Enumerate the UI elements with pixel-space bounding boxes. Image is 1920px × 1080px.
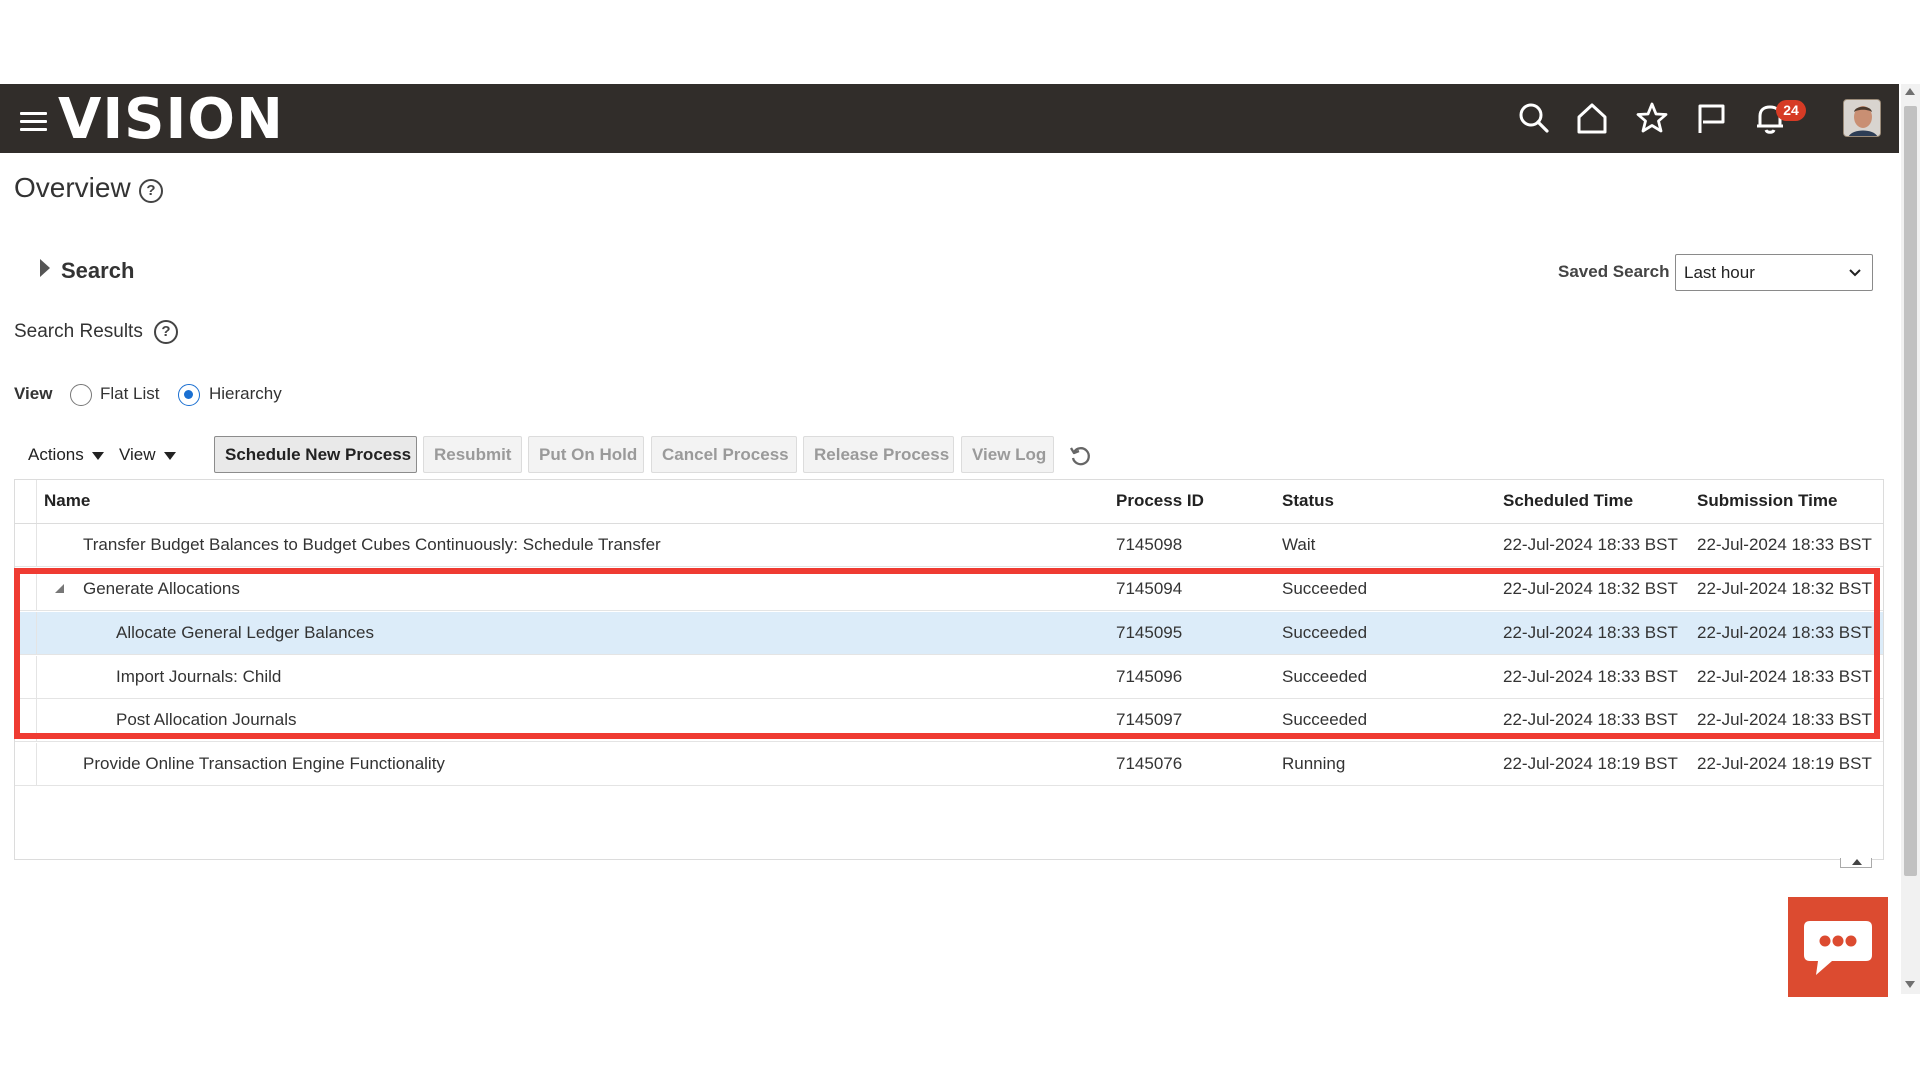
cell-submission-time: 22-Jul-2024 18:33 BST: [1697, 667, 1872, 686]
cell-name[interactable]: Post Allocation Journals: [116, 710, 297, 730]
put-on-hold-button[interactable]: Put On Hold: [528, 436, 644, 473]
row-selector[interactable]: [15, 524, 37, 566]
flat-list-radio[interactable]: [70, 384, 92, 406]
cancel-process-button[interactable]: Cancel Process: [651, 436, 797, 473]
scroll-down-icon[interactable]: [1905, 981, 1915, 988]
home-icon[interactable]: [1574, 100, 1610, 136]
search-expand-icon[interactable]: [40, 259, 50, 277]
hierarchy-label[interactable]: Hierarchy: [209, 384, 282, 404]
cell-process-id: 7145076: [1116, 754, 1183, 773]
saved-search-label: Saved Search: [1558, 262, 1670, 281]
flag-icon[interactable]: [1693, 100, 1729, 136]
table-row[interactable]: Import Journals: Child 7145096 Succeeded…: [15, 656, 1883, 699]
cell-submission-time: 22-Jul-2024 18:33 BST: [1697, 535, 1872, 554]
row-selector[interactable]: [15, 743, 37, 785]
cell-status: Succeeded: [1282, 579, 1368, 598]
scroll-up-icon[interactable]: [1905, 88, 1915, 95]
cell-name[interactable]: Transfer Budget Balances to Budget Cubes…: [83, 535, 661, 555]
cell-status: Succeeded: [1282, 710, 1368, 729]
cell-status: Succeeded: [1282, 623, 1368, 642]
resubmit-button[interactable]: Resubmit: [423, 436, 522, 473]
search-results-label: Search Results: [14, 321, 143, 342]
table-row[interactable]: Generate Allocations 7145094 Succeeded 2…: [15, 568, 1883, 611]
hierarchy-radio[interactable]: [178, 384, 200, 406]
actions-menu[interactable]: Actions: [28, 445, 104, 465]
star-icon[interactable]: [1634, 100, 1670, 136]
row-selector[interactable]: [15, 699, 37, 741]
cell-scheduled-time: 22-Jul-2024 18:33 BST: [1503, 623, 1678, 642]
page: VISION 24 Overview ? Search Saved Search…: [0, 0, 1920, 1080]
table-row[interactable]: Transfer Budget Balances to Budget Cubes…: [15, 524, 1883, 567]
table-row[interactable]: Provide Online Transaction Engine Functi…: [15, 743, 1883, 786]
cell-process-id: 7145098: [1116, 535, 1183, 554]
cell-status: Running: [1282, 754, 1346, 773]
cell-scheduled-time: 22-Jul-2024 18:33 BST: [1503, 710, 1678, 729]
logo: VISION: [58, 87, 284, 152]
cell-name[interactable]: Allocate General Ledger Balances: [116, 623, 374, 643]
view-label: View: [14, 384, 53, 403]
chevron-down-icon: [1848, 266, 1862, 285]
saved-search-value: Last hour: [1684, 263, 1755, 282]
cell-name[interactable]: Provide Online Transaction Engine Functi…: [83, 754, 445, 774]
cell-name[interactable]: Generate Allocations: [83, 579, 240, 599]
cell-scheduled-time: 22-Jul-2024 18:32 BST: [1503, 579, 1678, 598]
caret-down-icon: [91, 451, 104, 460]
cell-process-id: 7145096: [1116, 667, 1183, 686]
cell-submission-time: 22-Jul-2024 18:32 BST: [1697, 579, 1872, 598]
cell-submission-time: 22-Jul-2024 18:33 BST: [1697, 710, 1872, 729]
column-header-name[interactable]: Name: [44, 491, 90, 511]
saved-search-select[interactable]: Last hour: [1675, 254, 1873, 291]
cell-process-id: 7145097: [1116, 710, 1183, 729]
cell-status: Wait: [1282, 535, 1316, 554]
flat-list-label[interactable]: Flat List: [100, 384, 160, 404]
column-header-submission-time[interactable]: Submission Time: [1697, 491, 1837, 511]
table-row[interactable]: Post Allocation Journals 7145097 Succeed…: [15, 699, 1883, 742]
avatar[interactable]: [1843, 99, 1881, 137]
search-section-label[interactable]: Search: [61, 258, 134, 284]
view-menu-label: View: [119, 445, 156, 464]
schedule-new-process-button[interactable]: Schedule New Process: [214, 436, 417, 473]
vertical-scrollbar[interactable]: [1901, 84, 1920, 994]
column-header-process-id[interactable]: Process ID: [1116, 491, 1204, 511]
search-icon[interactable]: [1516, 100, 1552, 136]
collapse-icon[interactable]: [55, 584, 64, 593]
chat-button[interactable]: [1788, 897, 1888, 997]
cell-scheduled-time: 22-Jul-2024 18:33 BST: [1503, 535, 1678, 554]
page-title: Overview: [14, 172, 131, 203]
menu-icon[interactable]: [20, 112, 47, 132]
cell-status: Succeeded: [1282, 667, 1368, 686]
refresh-icon[interactable]: [1068, 444, 1092, 468]
actions-menu-label: Actions: [28, 445, 84, 464]
caret-down-icon: [163, 451, 176, 460]
cell-name[interactable]: Import Journals: Child: [116, 667, 281, 687]
cell-scheduled-time: 22-Jul-2024 18:33 BST: [1503, 667, 1678, 686]
notification-badge: 24: [1776, 100, 1806, 121]
scroll-to-top-button[interactable]: [1840, 858, 1872, 868]
header-selector-cell: [15, 480, 37, 523]
chat-icon: [1804, 921, 1872, 975]
cell-submission-time: 22-Jul-2024 18:33 BST: [1697, 623, 1872, 642]
column-header-status[interactable]: Status: [1282, 491, 1334, 511]
cell-process-id: 7145095: [1116, 623, 1183, 642]
row-selector[interactable]: [15, 656, 37, 698]
cell-process-id: 7145094: [1116, 579, 1183, 598]
view-log-button[interactable]: View Log: [961, 436, 1054, 473]
global-header: VISION: [0, 84, 1899, 153]
scrollbar-thumb[interactable]: [1904, 106, 1917, 876]
help-icon[interactable]: ?: [139, 179, 163, 203]
cell-scheduled-time: 22-Jul-2024 18:19 BST: [1503, 754, 1678, 773]
cell-submission-time: 22-Jul-2024 18:19 BST: [1697, 754, 1872, 773]
view-menu[interactable]: View: [119, 445, 176, 465]
table-row[interactable]: Allocate General Ledger Balances 7145095…: [15, 612, 1883, 655]
release-process-button[interactable]: Release Process: [803, 436, 954, 473]
help-icon[interactable]: ?: [154, 320, 178, 344]
row-selector[interactable]: [15, 568, 37, 610]
column-header-scheduled-time[interactable]: Scheduled Time: [1503, 491, 1633, 511]
row-selector[interactable]: [15, 612, 37, 654]
